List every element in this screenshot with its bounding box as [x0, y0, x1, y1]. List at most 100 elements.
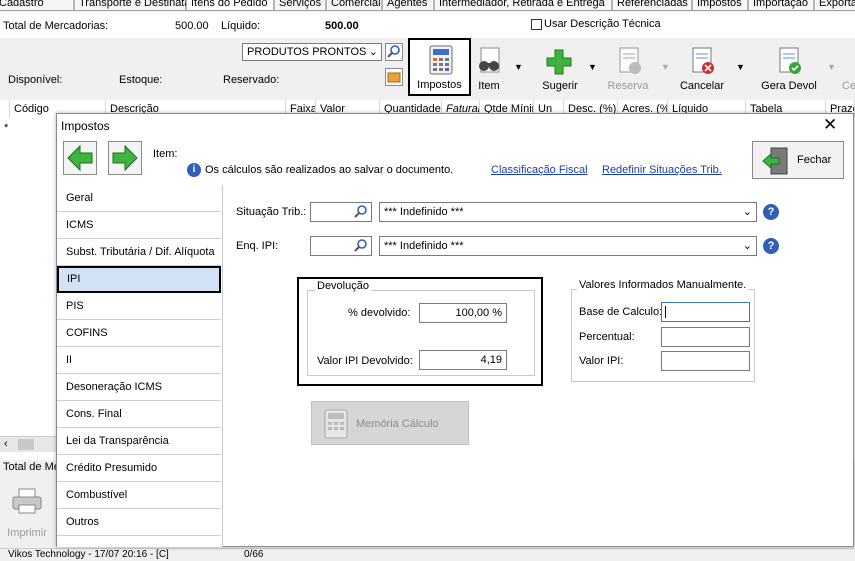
pct-devolvido-input[interactable]: 100,00 % — [419, 303, 507, 323]
gera-devol-dropdown-arrow-icon[interactable]: ▼ — [827, 62, 836, 72]
situacao-trib-code-input[interactable] — [310, 202, 372, 222]
tab-comercial[interactable]: Comercial — [326, 0, 382, 10]
enq-ipi-select[interactable]: *** Indefinido *** ⌄ — [379, 236, 757, 256]
situacao-trib-value: *** Indefinido *** — [384, 206, 464, 218]
memoria-calculo-button[interactable]: Memória Cálculo — [311, 401, 469, 445]
product-group-value: PRODUTOS PRONTOS — [247, 46, 367, 58]
base-calculo-label: Base de Calculo: — [579, 306, 663, 318]
dialog-titlebar: Impostos ✕ — [57, 114, 853, 138]
dialog-title: Impostos — [61, 119, 110, 133]
nav-lei-transparencia[interactable]: Lei da Transparência — [57, 428, 221, 455]
nav-geral[interactable]: Geral — [57, 185, 221, 212]
status-bar: Vikos Technology - 17/07 20:16 - [C] 0/6… — [0, 548, 855, 561]
tab-importacao[interactable]: Importação — [748, 0, 814, 10]
item-dropdown-arrow-icon[interactable]: ▼ — [514, 62, 523, 72]
chevron-down-icon: ⌄ — [742, 240, 752, 252]
nav-icms[interactable]: ICMS — [57, 212, 221, 239]
liquido-label: Líquido: — [221, 20, 261, 32]
base-calculo-input[interactable] — [661, 302, 750, 322]
cancelar-button-label: Cancelar — [679, 80, 725, 92]
valor-ipi-input[interactable] — [661, 351, 750, 371]
sugerir-dropdown-arrow-icon[interactable]: ▼ — [588, 62, 597, 72]
nav-ipi[interactable]: IPI — [57, 266, 221, 293]
estoque-label: Estoque: — [119, 74, 163, 86]
classificacao-fiscal-link[interactable]: Classificação Fiscal — [491, 164, 588, 176]
next-item-button[interactable] — [108, 141, 142, 175]
tab-agentes[interactable]: Agentes — [382, 0, 434, 10]
scroll-thumb[interactable] — [18, 439, 34, 450]
product-group-combo[interactable]: PRODUTOS PRONTOS ⌄ — [242, 43, 382, 61]
grid-horizontal-scrollbar[interactable]: ‹ — [0, 436, 56, 452]
calculator-icon — [324, 409, 348, 439]
binoculars-icon — [479, 47, 500, 73]
cancelar-dropdown-arrow-icon[interactable]: ▼ — [736, 62, 745, 72]
usar-descricao-checkbox[interactable] — [531, 19, 542, 30]
help-icon[interactable]: ? — [763, 238, 779, 254]
gera-devol-button[interactable]: Gera Devol — [758, 46, 820, 94]
calculator-icon — [429, 45, 453, 75]
total-value: 500.00 — [175, 20, 209, 32]
impostos-button[interactable]: Impostos — [408, 38, 471, 96]
nav-cofins[interactable]: COFINS — [57, 320, 221, 347]
tab-cadastro[interactable]: Cadastro — [0, 0, 74, 10]
item-button-label: Item — [478, 80, 500, 92]
plus-icon — [546, 49, 572, 75]
sugerir-button-label: Sugerir — [542, 80, 578, 92]
search-product-button[interactable] — [385, 43, 403, 61]
arrow-right-icon — [112, 144, 138, 172]
folder-button[interactable] — [385, 68, 403, 86]
tab-servicos[interactable]: Serviços — [274, 0, 326, 10]
tab-referenciadas[interactable]: Referenciadas — [612, 0, 692, 10]
info-icon: i — [187, 163, 201, 177]
nav-ii[interactable]: II — [57, 347, 221, 374]
pct-devolvido-label: % devolvido: — [348, 307, 411, 319]
nav-combustivel[interactable]: Combustível — [57, 482, 221, 509]
tab-impostos[interactable]: Impostos — [692, 0, 748, 10]
tab-itens-pedido[interactable]: Itens do Pedido — [186, 0, 274, 10]
close-icon[interactable]: ✕ — [823, 115, 837, 135]
percentual-input[interactable] — [661, 327, 750, 347]
enq-ipi-code-input[interactable] — [310, 236, 372, 256]
valor-ipi-label: Valor IPI: — [579, 355, 624, 367]
chevron-down-icon: ⌄ — [742, 206, 752, 218]
item-button[interactable]: Item — [473, 46, 505, 94]
nav-pis[interactable]: PIS — [57, 293, 221, 320]
nav-desoneracao-icms[interactable]: Desoneração ICMS — [57, 374, 221, 401]
help-icon[interactable]: ? — [763, 204, 779, 220]
info-text: Os cálculos são realizados ao salvar o d… — [205, 164, 454, 176]
magnifier-icon[interactable] — [353, 204, 369, 221]
fechar-button[interactable]: Fechar — [752, 141, 844, 179]
situacao-trib-select[interactable]: *** Indefinido *** ⌄ — [379, 202, 757, 222]
folder-icon — [387, 72, 401, 83]
nav-outros[interactable]: Outros — [57, 509, 221, 536]
gera-devol-button-label: Gera Devol — [761, 80, 817, 92]
status-text: Vikos Technology - 17/07 20:16 - [C] — [8, 549, 169, 560]
document-ok-icon — [779, 47, 801, 74]
cancelar-button[interactable]: Cancelar — [676, 46, 728, 94]
memoria-calculo-label: Memória Cálculo — [356, 418, 439, 430]
imprimir-button[interactable]: Imprimir — [3, 485, 51, 541]
reserva-button-label: Reserva — [607, 80, 649, 92]
valor-ipi-devolvido-input[interactable]: 4,19 — [419, 350, 507, 370]
printer-icon — [12, 488, 42, 514]
reserva-button[interactable]: Reserva — [603, 46, 653, 94]
document-check-icon — [619, 47, 641, 74]
fechar-button-label: Fechar — [797, 154, 832, 166]
situacao-trib-label: Situação Trib.: — [236, 206, 307, 218]
reservado-label: Reservado: — [223, 74, 280, 86]
ce-button-label[interactable]: Ce — [842, 80, 855, 92]
sugerir-button[interactable]: Sugerir — [540, 46, 580, 94]
scroll-left-icon[interactable]: ‹ — [4, 438, 8, 450]
magnifier-icon[interactable] — [353, 238, 369, 255]
redefinir-situacoes-link[interactable]: Redefinir Situações Trib. — [602, 164, 722, 176]
tab-exporta[interactable]: Exporta — [814, 0, 855, 10]
nav-cons-final[interactable]: Cons. Final — [57, 401, 221, 428]
liquido-value: 500.00 — [325, 20, 359, 32]
previous-item-button[interactable] — [63, 141, 97, 175]
nav-credito-presumido[interactable]: Crédito Presumido — [57, 455, 221, 482]
tab-transporte[interactable]: Transporte e Destinatário — [74, 0, 203, 10]
tab-intermediador[interactable]: Intermediador, Retirada e Entrega — [434, 0, 612, 10]
grid-col-indicator — [0, 100, 10, 118]
reserva-dropdown-arrow-icon[interactable]: ▼ — [661, 62, 670, 72]
nav-subst-tributaria[interactable]: Subst. Tributária / Dif. Alíquota — [57, 239, 221, 266]
